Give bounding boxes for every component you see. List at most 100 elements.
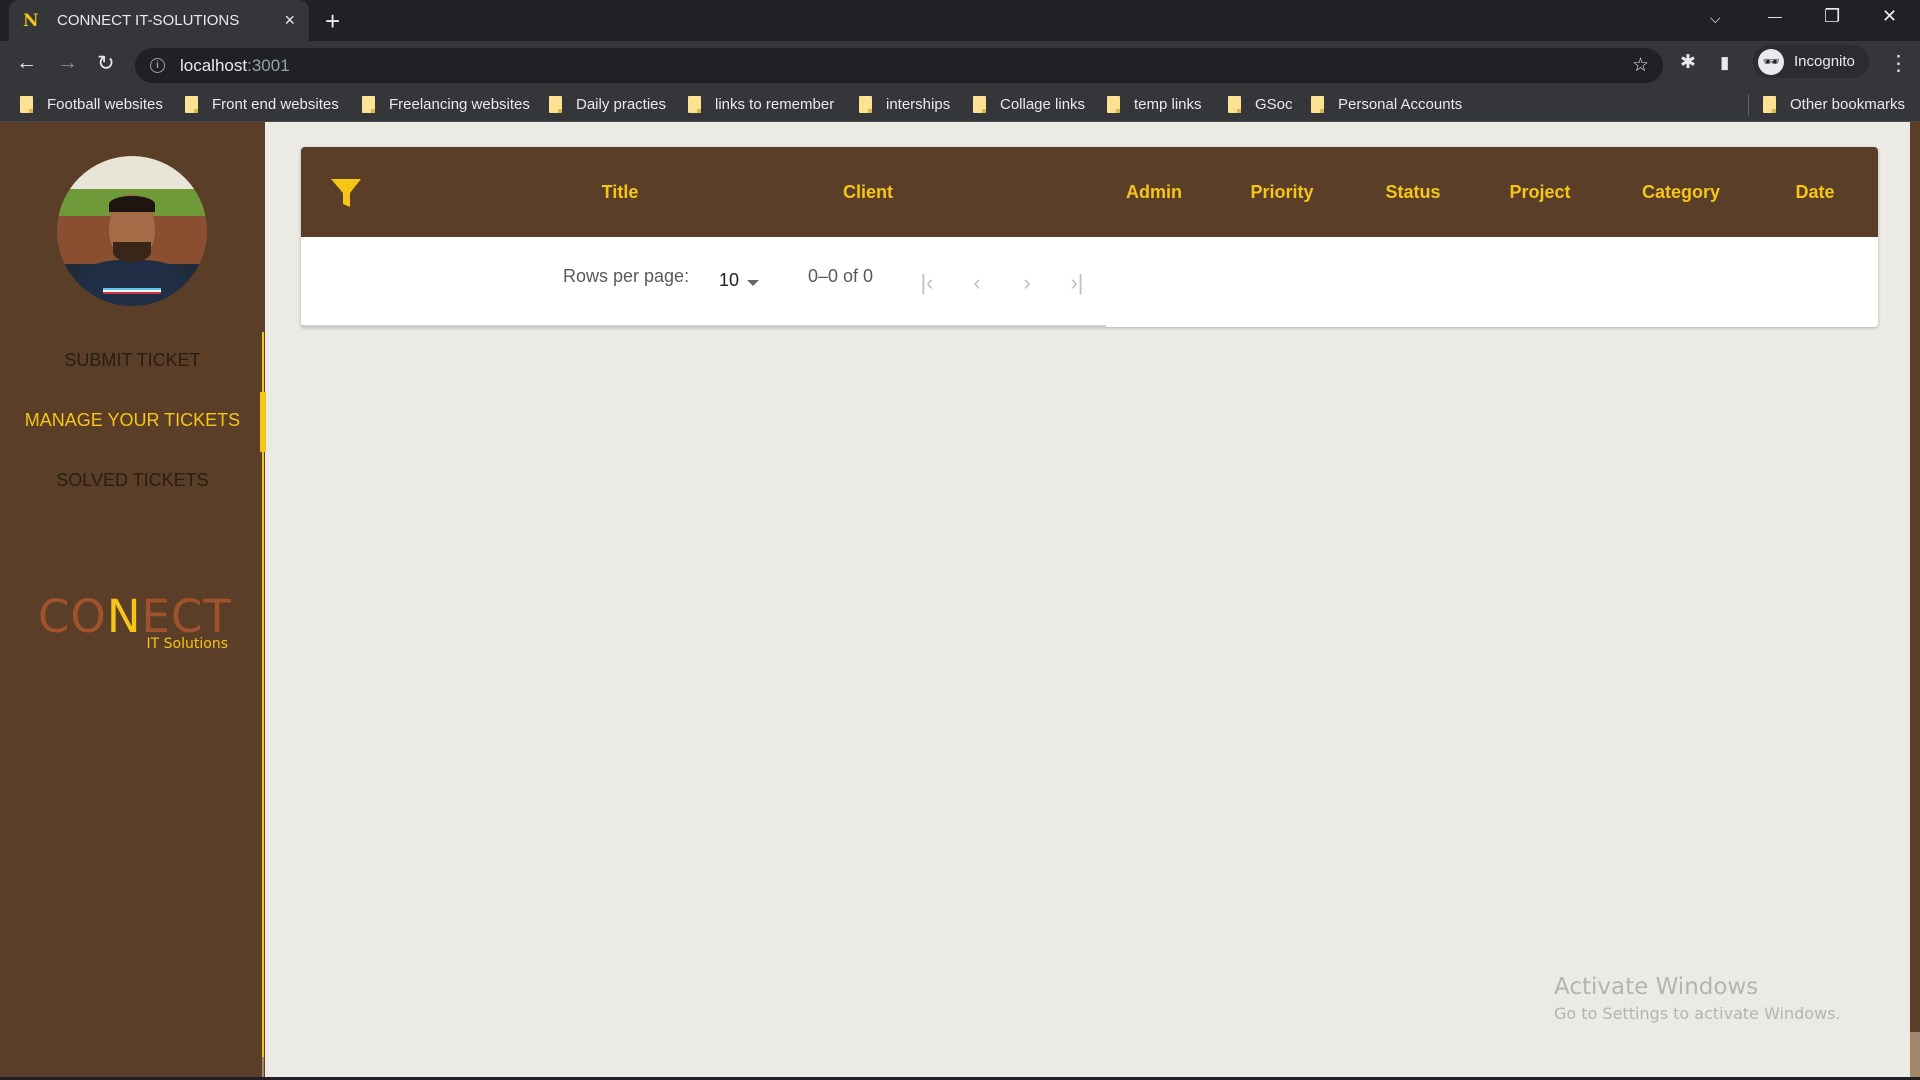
browser-toolbar: ← → ↻ i localhost:3001 ☆ ✱ ▮ 🕶 Incognito… (0, 41, 1920, 88)
sidebar-item-solved-tickets[interactable]: SOLVED TICKETS (0, 470, 265, 491)
table-header: Title Client Admin Priority Status Proje… (301, 147, 1878, 237)
logo-n-mark: N (106, 590, 142, 643)
watermark-subtitle: Go to Settings to activate Windows. (1554, 1004, 1841, 1023)
reload-icon[interactable]: ↻ (97, 51, 115, 76)
address-bar[interactable]: i localhost:3001 ☆ (135, 48, 1663, 83)
bookmark-item[interactable]: Collage links (973, 96, 1085, 113)
watermark-title: Activate Windows (1554, 974, 1759, 1000)
sidebar-rail-end (262, 1057, 264, 1077)
filter-icon[interactable] (329, 175, 363, 209)
bookmark-item[interactable]: Freelancing websites (362, 96, 530, 113)
tab-search-icon[interactable]: ⌵ (1710, 10, 1721, 27)
rows-per-page-label: Rows per page: (563, 266, 690, 286)
column-header-client[interactable]: Client (843, 182, 893, 203)
rows-per-page-value: 10 (719, 270, 740, 290)
windows-activation-watermark: Activate Windows Go to Settings to activ… (1554, 974, 1841, 1023)
page-vertical-scrollbar[interactable] (1910, 122, 1920, 1077)
next-page-button[interactable]: › (1007, 265, 1047, 301)
pagination-range: 0–0 of 0 (808, 266, 874, 286)
site-info-icon[interactable]: i (150, 58, 165, 73)
avatar-shirt-stripes (103, 288, 161, 296)
new-tab-button[interactable]: + (325, 6, 340, 37)
maximize-icon[interactable]: ❐ (1824, 6, 1840, 27)
connect-logo: CONECT IT Solutions (38, 590, 238, 652)
bookmark-label: Football websites (47, 96, 163, 113)
column-header-priority[interactable]: Priority (1250, 182, 1313, 203)
table-pagination: Rows per page: 10 0–0 of 0 |‹ ‹ › ›| (301, 237, 1878, 327)
bookmarks-bar: Football websites Front end websites Fre… (0, 88, 1920, 122)
browser-tab[interactable]: N CONNECT IT-SOLUTIONS × (9, 0, 309, 41)
folder-icon (185, 96, 198, 113)
tab-title: CONNECT IT-SOLUTIONS (57, 12, 240, 29)
other-bookmarks[interactable]: Other bookmarks (1763, 96, 1905, 113)
bookmark-item[interactable]: Personal Accounts (1311, 96, 1462, 113)
active-nav-indicator (260, 392, 266, 452)
logo-tagline: IT Solutions (146, 636, 228, 652)
bookmark-label: Other bookmarks (1790, 96, 1906, 113)
folder-icon (549, 96, 562, 113)
bookmark-item[interactable]: temp links (1107, 96, 1202, 113)
tab-close-icon[interactable]: × (284, 10, 295, 31)
scrollbar-thumb[interactable] (1910, 1032, 1920, 1077)
bookmark-item[interactable]: Football websites (20, 96, 163, 113)
column-header-date[interactable]: Date (1795, 182, 1834, 203)
table-horizontal-scrollbar[interactable] (301, 325, 1106, 328)
user-avatar (57, 156, 207, 306)
folder-icon (973, 96, 986, 113)
bookmark-label: temp links (1134, 96, 1202, 113)
side-panel-icon[interactable]: ▮ (1720, 53, 1729, 73)
previous-page-button[interactable]: ‹ (957, 265, 997, 301)
tickets-table: Title Client Admin Priority Status Proje… (301, 147, 1878, 327)
column-header-status[interactable]: Status (1385, 182, 1440, 203)
profile-button[interactable]: 🕶 Incognito (1753, 45, 1869, 78)
url-host: localhost (180, 55, 248, 75)
folder-icon (1228, 96, 1241, 113)
bookmark-star-icon[interactable]: ☆ (1632, 54, 1649, 77)
browser-tab-strip: N CONNECT IT-SOLUTIONS × + ⌵ — ❐ ✕ (0, 0, 1920, 41)
rows-per-page-select[interactable]: 10 (719, 270, 760, 291)
column-header-category[interactable]: Category (1642, 182, 1720, 203)
avatar-beard (113, 242, 151, 262)
url-port: :3001 (247, 55, 290, 75)
bookmark-label: Front end websites (212, 96, 339, 113)
bookmark-item[interactable]: GSoc (1228, 96, 1293, 113)
folder-icon (859, 96, 872, 113)
favicon-icon: N (23, 10, 39, 31)
bookmarks-divider (1748, 94, 1749, 116)
logo-part: CO (38, 590, 107, 643)
column-header-title[interactable]: Title (602, 182, 639, 203)
folder-icon (1311, 96, 1324, 113)
sidebar: SUBMIT TICKET MANAGE YOUR TICKETS SOLVED… (0, 122, 266, 1077)
folder-icon (688, 96, 701, 113)
avatar-shirt (79, 260, 185, 306)
caret-down-icon (747, 279, 760, 286)
bookmark-label: interships (886, 96, 951, 113)
extensions-icon[interactable]: ✱ (1680, 51, 1696, 74)
page-viewport: SUBMIT TICKET MANAGE YOUR TICKETS SOLVED… (0, 122, 1920, 1077)
folder-icon (1763, 96, 1776, 113)
back-icon[interactable]: ← (16, 51, 37, 75)
folder-icon (362, 96, 375, 113)
bookmark-label: Personal Accounts (1338, 96, 1463, 113)
column-header-project[interactable]: Project (1509, 182, 1570, 203)
browser-menu-icon[interactable]: ⋮ (1888, 51, 1909, 76)
forward-icon[interactable]: → (57, 51, 78, 75)
sidebar-item-manage-tickets[interactable]: MANAGE YOUR TICKETS (0, 410, 265, 431)
first-page-button[interactable]: |‹ (907, 265, 947, 301)
sidebar-item-submit-ticket[interactable]: SUBMIT TICKET (0, 350, 265, 371)
bookmark-item[interactable]: links to remember (688, 96, 834, 113)
column-header-admin[interactable]: Admin (1126, 182, 1182, 203)
profile-label: Incognito (1794, 53, 1855, 70)
bookmark-item[interactable]: Front end websites (185, 96, 339, 113)
folder-icon (20, 96, 33, 113)
window-close-icon[interactable]: ✕ (1882, 6, 1897, 27)
bookmark-label: Freelancing websites (389, 96, 530, 113)
minimize-icon[interactable]: — (1768, 8, 1782, 24)
bookmark-item[interactable]: interships (859, 96, 950, 113)
bookmark-label: Collage links (1000, 96, 1086, 113)
incognito-icon: 🕶 (1758, 48, 1784, 75)
bookmark-item[interactable]: Daily practies (549, 96, 666, 113)
bookmark-label: GSoc (1255, 96, 1293, 113)
avatar-hair (109, 196, 155, 212)
last-page-button[interactable]: ›| (1057, 265, 1097, 301)
